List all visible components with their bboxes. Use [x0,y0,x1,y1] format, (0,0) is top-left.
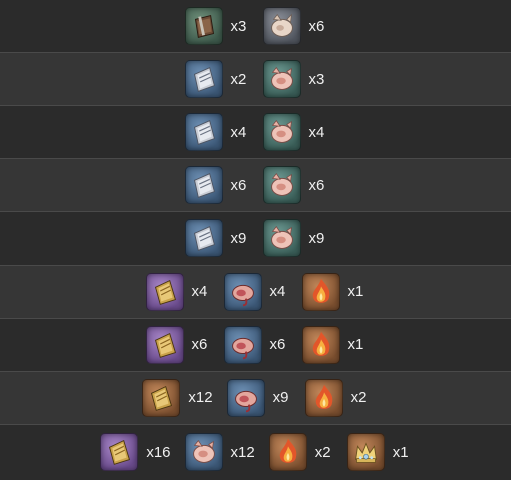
material-entry: x4 [184,113,249,152]
crimson-ore-icon[interactable] [223,272,262,311]
material-quantity: x4 [191,283,208,301]
material-quantity: x3 [230,17,247,35]
flame-core-icon[interactable] [268,433,307,472]
material-quantity: x9 [272,389,289,407]
material-row: x12 x9 x2 [0,371,511,425]
material-entry: x12 [142,378,213,417]
material-entry: x4 [223,272,288,311]
material-entry: x6 [223,325,288,364]
material-entry: x6 [262,166,327,205]
material-entry: x12 [184,433,255,472]
material-entry: x1 [301,272,366,311]
material-quantity: x16 [146,443,171,461]
material-entry: x1 [346,433,411,472]
gold-tome-icon[interactable] [145,325,184,364]
material-quantity: x1 [347,336,364,354]
crimson-ore-icon[interactable] [226,378,265,417]
pink-ore-icon[interactable] [262,113,301,152]
material-entry: x9 [184,219,249,258]
pink-ore-icon[interactable] [262,219,301,258]
material-entry: x1 [301,325,366,364]
material-quantity: x4 [308,123,325,141]
material-quantity: x2 [230,70,247,88]
flame-core-icon[interactable] [301,325,340,364]
material-entry: x4 [145,272,210,311]
materials-table: x3 x6 x2 x3 x4 x4 x6 x6 x9 x9 x4 x4 x1 x6 x6 x1 x12 x9 x2 x… [0,0,511,480]
material-row: x9 x9 [0,212,511,266]
material-entry: x16 [100,433,171,472]
pink-ore-icon[interactable] [262,166,301,205]
material-row: x4 x4 x1 [0,265,511,319]
material-quantity: x6 [269,336,286,354]
silver-tome-icon[interactable] [184,113,223,152]
material-row: x16 x12 x2 x1 [0,424,511,480]
flame-core-icon[interactable] [304,378,343,417]
material-entry: x6 [145,325,210,364]
material-quantity: x6 [308,17,325,35]
material-quantity: x9 [230,229,247,247]
material-quantity: x1 [347,283,364,301]
material-entry: x9 [226,378,291,417]
material-quantity: x6 [230,176,247,194]
material-row: x6 x6 [0,159,511,213]
pink-ore-icon[interactable] [262,60,301,99]
material-quantity: x1 [392,443,409,461]
material-quantity: x9 [308,229,325,247]
material-quantity: x6 [191,336,208,354]
material-row: x6 x6 x1 [0,318,511,372]
material-entry: x6 [184,166,249,205]
material-entry: x3 [184,7,249,46]
material-quantity: x2 [350,389,367,407]
gold-tome-icon[interactable] [142,378,181,417]
material-entry: x6 [262,7,327,46]
crown-icon[interactable] [346,433,385,472]
material-quantity: x4 [230,123,247,141]
flame-core-icon[interactable] [301,272,340,311]
silver-tome-icon[interactable] [184,166,223,205]
material-row: x4 x4 [0,106,511,160]
material-quantity: x12 [230,443,255,461]
pink-ore-icon[interactable] [184,433,223,472]
gold-tome-icon[interactable] [100,433,139,472]
material-entry: x3 [262,60,327,99]
material-row: x3 x6 [0,0,511,54]
pale-ore-icon[interactable] [262,7,301,46]
gold-tome-icon[interactable] [145,272,184,311]
material-quantity: x12 [188,389,213,407]
material-entry: x2 [184,60,249,99]
material-quantity: x6 [308,176,325,194]
material-quantity: x3 [308,70,325,88]
crimson-ore-icon[interactable] [223,325,262,364]
silver-tome-icon[interactable] [184,219,223,258]
brown-tome-icon[interactable] [184,7,223,46]
material-entry: x9 [262,219,327,258]
material-quantity: x2 [314,443,331,461]
material-entry: x2 [304,378,369,417]
material-entry: x4 [262,113,327,152]
material-row: x2 x3 [0,53,511,107]
silver-tome-icon[interactable] [184,60,223,99]
material-entry: x2 [268,433,333,472]
material-quantity: x4 [269,283,286,301]
